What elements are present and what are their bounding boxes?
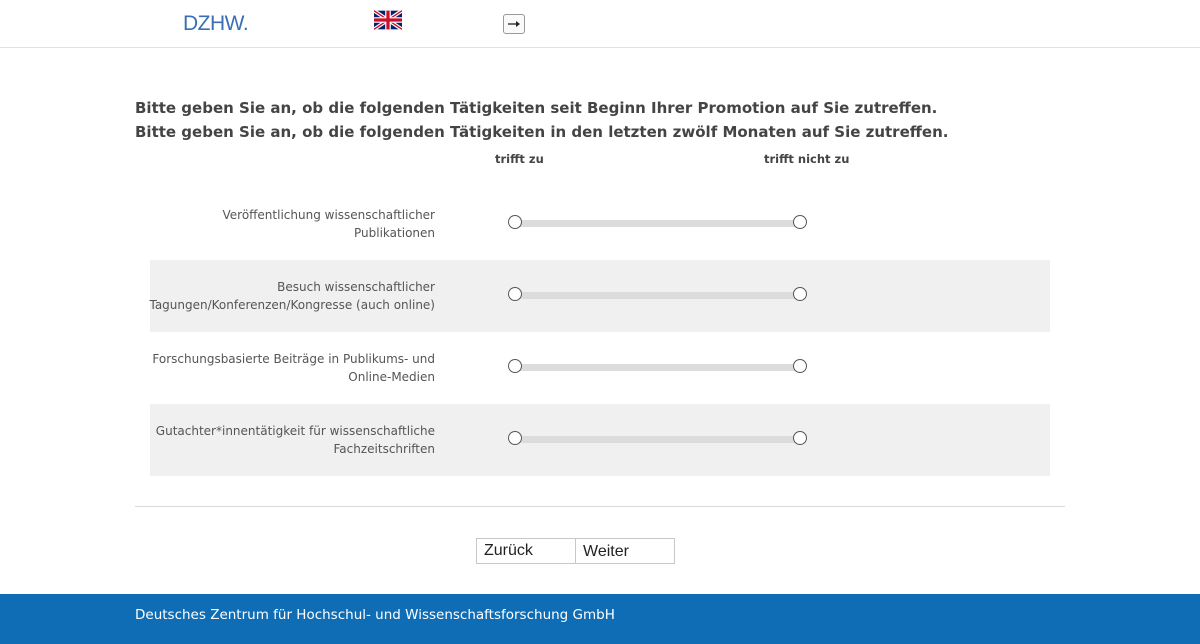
slider-handle-left[interactable] — [508, 359, 522, 373]
slider-handle-right[interactable] — [793, 431, 807, 445]
slider-track[interactable] — [515, 364, 800, 371]
question-line-2: Bitte geben Sie an, ob die folgenden Tät… — [135, 123, 949, 141]
question-line-1: Bitte geben Sie an, ob die folgenden Tät… — [135, 99, 938, 117]
slider-handle-left[interactable] — [508, 431, 522, 445]
slider-handle-left[interactable] — [508, 215, 522, 229]
dzhw-logo[interactable]: DZHW. — [183, 12, 249, 36]
slider-handle-right[interactable] — [793, 215, 807, 229]
back-button[interactable]: Zurück — [476, 538, 576, 564]
slider-handle-left[interactable] — [508, 287, 522, 301]
uk-flag-icon[interactable] — [374, 10, 402, 30]
next-button[interactable]: Weiter — [575, 538, 675, 564]
item-label: Veröffentlichung wissenschaftlicher Publ… — [222, 208, 435, 240]
item-row-3: Forschungsbasierte Beiträge in Publikums… — [150, 332, 1050, 404]
slider-track[interactable] — [515, 220, 800, 227]
slider-track[interactable] — [515, 436, 800, 443]
item-row-4: Gutachter*innentätigkeit für wissenschaf… — [150, 404, 1050, 476]
slider-track[interactable] — [515, 292, 800, 299]
item-label: Forschungsbasierte Beiträge in Publikums… — [152, 352, 435, 384]
item-row-1: Veröffentlichung wissenschaftlicher Publ… — [150, 188, 1050, 260]
slider-handle-right[interactable] — [793, 359, 807, 373]
divider-line — [135, 506, 1065, 507]
slider-handle-right[interactable] — [793, 287, 807, 301]
item-label: Besuch wissenschaftlicher Tagungen/Konfe… — [149, 280, 435, 312]
item-label: Gutachter*innentätigkeit für wissenschaf… — [155, 424, 435, 456]
header-bar: DZHW. — [0, 0, 1200, 48]
footer-text: Deutsches Zentrum für Hochschul- und Wis… — [135, 607, 615, 623]
scale-left-label: trifft zu — [495, 152, 544, 166]
item-row-2: Besuch wissenschaftlicher Tagungen/Konfe… — [149, 260, 1050, 332]
logout-button[interactable] — [503, 14, 525, 34]
question-text: Bitte geben Sie an, ob die folgenden Tät… — [135, 96, 1075, 144]
footer-bar: Deutsches Zentrum für Hochschul- und Wis… — [0, 594, 1200, 644]
logout-arrow-icon — [508, 21, 520, 27]
scale-right-label: trifft nicht zu — [764, 152, 850, 166]
